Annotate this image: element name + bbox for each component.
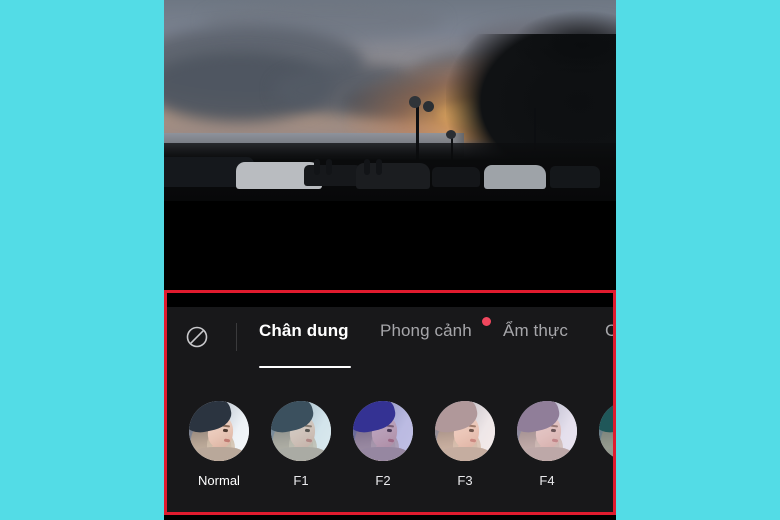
filter-item-f4[interactable]: F4 — [517, 401, 577, 488]
filter-thumbnail[interactable] — [271, 401, 331, 461]
filter-item-f2[interactable]: F2 — [353, 401, 413, 488]
filter-item-f1[interactable]: F1 — [271, 401, 331, 488]
tab-divider — [236, 323, 237, 351]
filter-label: F1 — [293, 473, 309, 488]
treeline-top — [510, 10, 616, 80]
filter-thumbnail[interactable] — [189, 401, 249, 461]
tab-new-badge — [482, 317, 491, 326]
preview-black-gap — [164, 201, 616, 290]
portrait-preview — [599, 401, 613, 461]
portrait-preview — [271, 401, 331, 461]
filter-item-f3[interactable]: F3 — [435, 401, 495, 488]
filter-panel-highlight: Chân dung Phong cảnh Ẩm thực C Normal — [164, 290, 616, 515]
pedestrian — [364, 159, 370, 175]
lamp-head — [423, 101, 434, 112]
pedestrian — [326, 159, 332, 175]
lamp-head — [446, 130, 456, 139]
filter-label: F4 — [539, 473, 555, 488]
filter-category-tabs: Chân dung Phong cảnh Ẩm thực C — [167, 307, 613, 379]
filter-thumbnail[interactable] — [435, 401, 495, 461]
pedestrian — [314, 159, 320, 175]
portrait-preview — [353, 401, 413, 461]
portrait-preview — [517, 401, 577, 461]
vehicle — [550, 166, 600, 188]
tab-phong-canh[interactable]: Phong cảnh — [380, 321, 472, 341]
lamp-head — [409, 96, 421, 108]
pedestrian — [376, 159, 382, 175]
tab-next-partial[interactable]: C — [605, 321, 613, 341]
photo-preview[interactable] — [164, 0, 616, 201]
filter-item-next[interactable] — [599, 401, 613, 473]
filter-thumbnail[interactable] — [517, 401, 577, 461]
filter-label: F3 — [457, 473, 473, 488]
tab-chan-dung[interactable]: Chân dung — [259, 321, 349, 341]
filter-item-normal[interactable]: Normal — [189, 401, 249, 488]
road-foreground — [164, 143, 616, 201]
filter-thumbnail-row[interactable]: Normal F1 F2 F3 F4 — [167, 401, 613, 501]
filter-panel: Chân dung Phong cảnh Ẩm thực C Normal — [167, 293, 613, 512]
vehicle — [304, 165, 362, 186]
filter-thumbnail[interactable] — [353, 401, 413, 461]
vehicle — [484, 165, 546, 189]
active-tab-underline — [259, 366, 351, 368]
tab-am-thuc[interactable]: Ẩm thực — [503, 321, 568, 341]
panel-top-band — [167, 293, 613, 307]
filter-thumbnail[interactable] — [599, 401, 613, 461]
portrait-preview — [189, 401, 249, 461]
vehicle — [432, 167, 480, 187]
filter-label: F2 — [375, 473, 391, 488]
portrait-preview — [435, 401, 495, 461]
filter-label: Normal — [198, 473, 240, 488]
no-filter-icon[interactable] — [185, 325, 209, 349]
